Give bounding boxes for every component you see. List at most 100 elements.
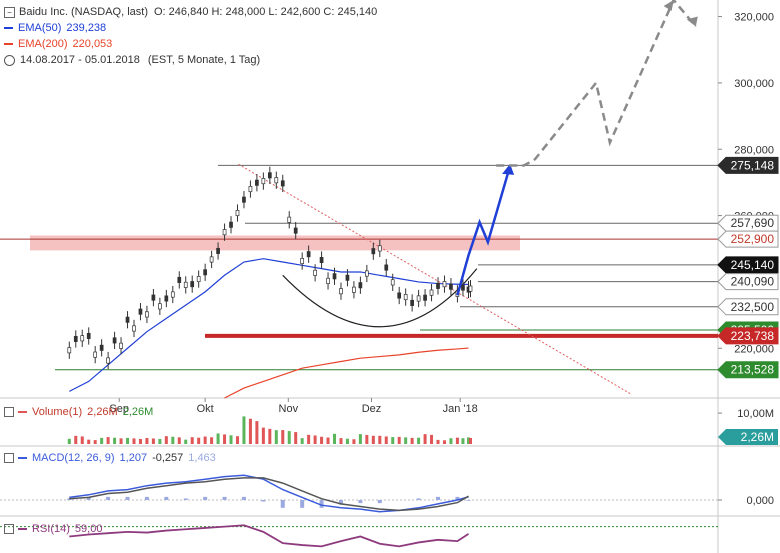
rsi-swatch [18, 528, 27, 530]
volume-bar [430, 434, 434, 444]
volume-bar [423, 434, 427, 444]
macd-histogram-bar [466, 500, 471, 501]
volume-bar [138, 438, 142, 444]
volume-bar [352, 439, 356, 444]
candle-body [287, 216, 292, 223]
volume-bar [106, 437, 110, 444]
volume-bar [345, 438, 349, 444]
volume-legend: Volume(1) 2,26M 2,26M [4, 406, 153, 418]
volume-bar [455, 437, 459, 444]
volume-bar [119, 438, 123, 444]
candle-body [67, 347, 72, 354]
rsi-toggle-icon[interactable] [4, 524, 14, 534]
candle-body [345, 274, 350, 281]
volume-bar [442, 440, 446, 444]
chart-header: − Baidu Inc. (NASDAQ, last) O: 246,840 H… [4, 4, 377, 68]
volume-bar [210, 437, 214, 444]
macd-line [69, 474, 469, 513]
volume-bar [326, 437, 330, 444]
ema50-swatch [4, 27, 13, 29]
candle-body [196, 276, 201, 283]
macd-legend: MACD(12, 26, 9) 1,207 -0,257 1,463 [4, 452, 216, 464]
volume-bar [384, 436, 388, 444]
volume-bar [74, 435, 78, 444]
rsi-legend: RSI(14) 59,00 [4, 523, 102, 535]
settings-toggle-icon[interactable]: − [4, 6, 15, 18]
volume-bar [365, 434, 369, 444]
volume-swatch [18, 411, 27, 413]
volume-bar [184, 439, 188, 444]
macd-swatch [18, 457, 27, 459]
candle-body [119, 342, 123, 349]
candle-body [80, 335, 85, 342]
candle-body [255, 179, 259, 186]
candle-body [267, 172, 272, 179]
candle-body [112, 337, 117, 344]
date-range: 14.08.2017 - 05.01.2018 (EST, 5 Monate, … [4, 52, 377, 68]
ema200-label: EMA(200) [18, 38, 68, 50]
candle-body [313, 269, 317, 276]
candle-body [468, 285, 473, 292]
candle-body [229, 221, 233, 228]
candle-body [306, 251, 311, 258]
volume-bar [255, 421, 259, 444]
candle-body [203, 269, 207, 276]
volume-bar [132, 438, 136, 444]
volume-bar [223, 434, 227, 444]
instrument-title: Baidu Inc. (NASDAQ, last) [19, 6, 148, 18]
candle-body [151, 294, 156, 301]
level-tag-label: 213,528 [731, 363, 775, 377]
y-tick-label: 220,000 [734, 343, 774, 355]
candle-body [158, 303, 162, 310]
macd-histogram-bar [280, 500, 285, 508]
y-tick-label: 280,000 [734, 144, 774, 156]
ema200-line [224, 347, 469, 399]
level-tag-label: 245,140 [731, 258, 775, 272]
volume-bar [93, 440, 97, 444]
candle-body [436, 282, 440, 289]
date-range-note: (EST, 5 Monate, 1 Tag) [147, 54, 261, 66]
volume-bar [145, 438, 149, 444]
price-chart: 220,000240,000260,000280,000300,000320,0… [0, 0, 780, 553]
candle-body [73, 335, 78, 342]
candle-body [319, 257, 324, 264]
candle-body [371, 248, 376, 255]
ema200-swatch [4, 43, 13, 45]
macd-value-2: -0,257 [152, 452, 184, 464]
volume-bar [397, 436, 401, 444]
volume-bar [80, 436, 84, 444]
candle-body [365, 270, 369, 277]
volume-bar [229, 435, 233, 444]
candle-body [145, 311, 149, 318]
level-tag-label: 257,690 [731, 216, 775, 230]
candle-body [106, 357, 110, 364]
macd-title: MACD(12, 26, 9) [32, 452, 115, 464]
volume-bar [248, 418, 252, 444]
candle-body [442, 281, 447, 288]
candle-body [242, 196, 246, 203]
macd-value-1: 1,207 [119, 452, 148, 464]
candle-body [261, 178, 266, 185]
volume-toggle-icon[interactable] [4, 407, 14, 417]
volume-title: Volume(1) [32, 406, 83, 418]
candle-body [274, 177, 279, 184]
candle-body [403, 294, 408, 301]
candle-body [332, 273, 337, 280]
macd-value-3: 1,463 [188, 452, 216, 464]
macd-toggle-icon[interactable] [4, 453, 14, 463]
volume-bar [287, 431, 291, 444]
volume-bar [158, 438, 162, 444]
macd-histogram-bar [300, 500, 305, 508]
candle-body [377, 245, 382, 252]
x-tick-label: Jan '18 [443, 403, 478, 415]
cup-arc [282, 268, 478, 328]
volume-bar [190, 437, 194, 444]
volume-bar [449, 438, 453, 444]
x-tick-label: Dez [362, 403, 382, 415]
volume-tick-label: 10,00M [737, 408, 774, 420]
macd-histogram-bar [106, 496, 111, 500]
candle-body [461, 284, 465, 291]
candle-body [390, 279, 395, 286]
ema50-value: 239,238 [66, 22, 107, 34]
candle-body [300, 258, 305, 265]
